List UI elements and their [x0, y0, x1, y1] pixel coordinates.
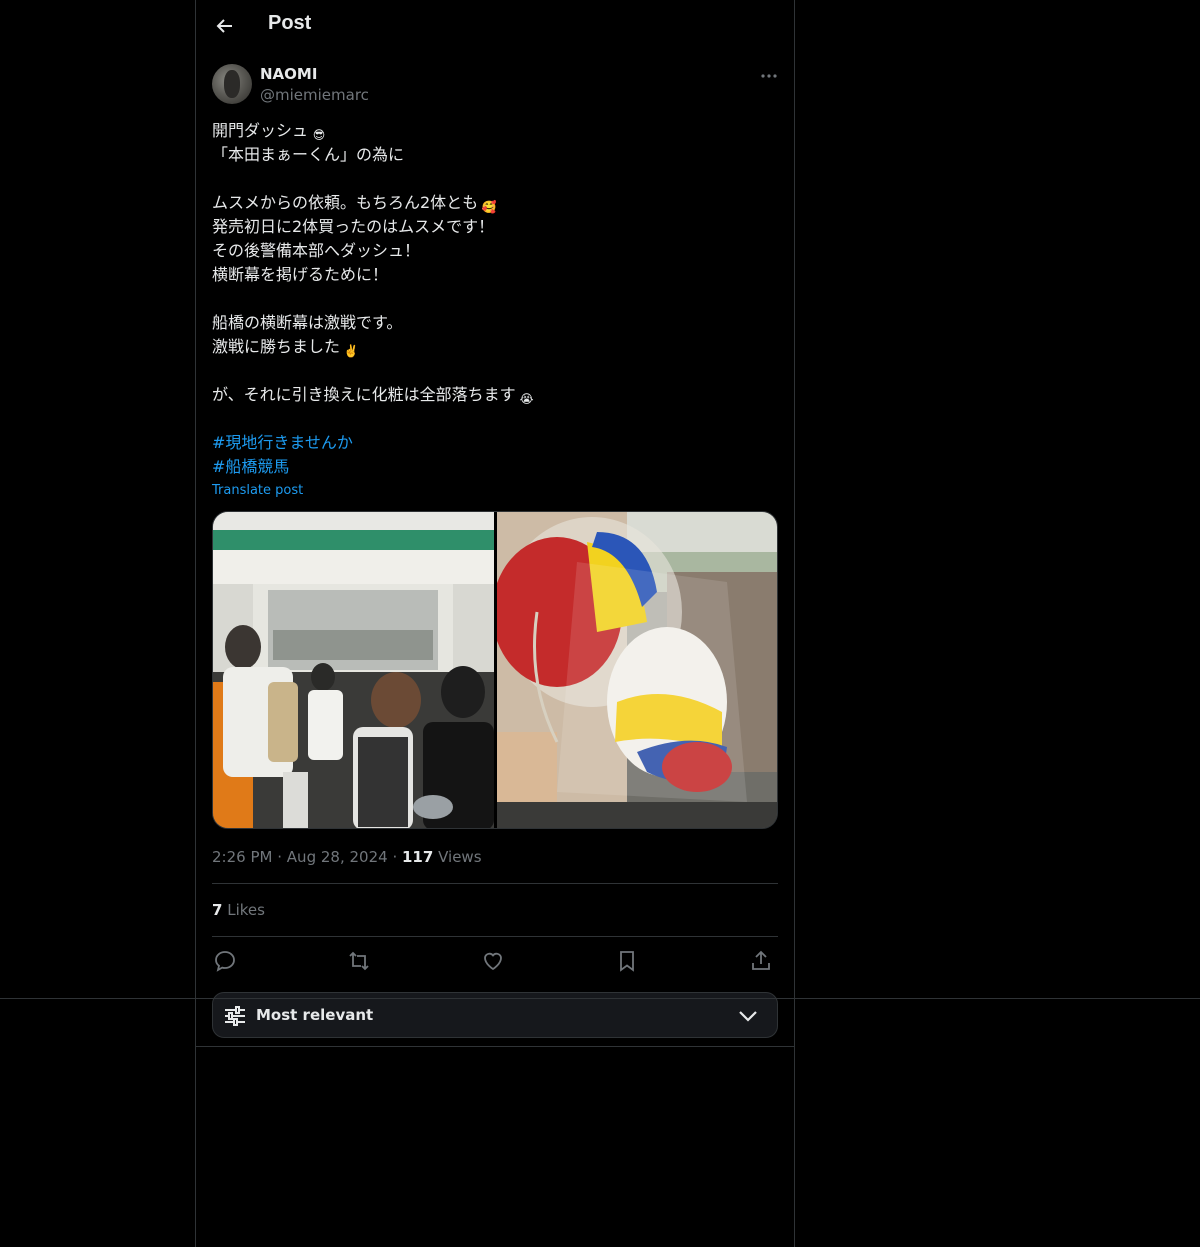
- share-icon[interactable]: [748, 948, 774, 974]
- post-text: 開門ダッシュ 😎 「本田まぁーくん」の為に ムスメからの依頼。もちろん2体とも 🥰 …: [212, 119, 778, 479]
- divider: [212, 936, 778, 937]
- separator-dot: ·: [392, 848, 398, 866]
- post-line: が、それに引き換えに化粧は全部落ちます 😭: [212, 383, 778, 407]
- post-line: 開門ダッシュ 😎: [212, 119, 778, 143]
- post-time[interactable]: 2:26 PM: [212, 848, 272, 866]
- emoji-icon: 🥰: [481, 200, 497, 214]
- likes-summary[interactable]: 7 Likes: [212, 901, 265, 919]
- photo-crowd-at-gate[interactable]: [213, 512, 494, 828]
- arrow-left-icon[interactable]: [212, 13, 236, 39]
- top-bar: Post: [196, 0, 794, 53]
- emoji-icon: ✌️: [343, 344, 359, 358]
- bookmark-icon[interactable]: [614, 948, 640, 974]
- post-line: 激戦に勝ちました ✌️: [212, 335, 778, 359]
- separator-dot: ·: [277, 848, 283, 866]
- post-line: その後警備本部へダッシュ！: [212, 241, 421, 260]
- reply-icon[interactable]: [212, 948, 238, 974]
- divider: [212, 883, 778, 884]
- avatar[interactable]: [212, 64, 252, 104]
- media-grid: [212, 511, 778, 829]
- post-line: 「本田まぁーくん」の為に: [212, 145, 405, 164]
- post-line: 発売初日に2体買ったのはムスメです！: [212, 217, 495, 236]
- like-icon[interactable]: [480, 948, 506, 974]
- post-meta: 2:26 PM · Aug 28, 2024 · 117 Views: [212, 848, 482, 866]
- viewport-divider: [0, 998, 1200, 999]
- divider: [196, 1046, 794, 1047]
- chevron-down-icon: [737, 1007, 759, 1025]
- author-handle[interactable]: @miemiemarc: [260, 86, 369, 104]
- likes-label: Likes: [227, 901, 265, 919]
- translate-post-link[interactable]: Translate post: [212, 483, 303, 498]
- more-options-icon[interactable]: [756, 66, 782, 86]
- page-title: Post: [268, 12, 312, 34]
- emoji-icon: 😭: [519, 392, 534, 406]
- action-bar: [212, 948, 778, 974]
- likes-count: 7: [212, 901, 223, 919]
- post-line: ムスメからの依頼。もちろん2体とも 🥰: [212, 191, 778, 215]
- views-label: Views: [438, 848, 482, 866]
- post-date[interactable]: Aug 28, 2024: [287, 848, 388, 866]
- repost-icon[interactable]: [346, 948, 372, 974]
- post-line: 船橋の横断幕は激戦です。: [212, 313, 403, 332]
- author-name[interactable]: NAOMI: [260, 65, 317, 83]
- hashtag-link[interactable]: #現地行きませんか: [212, 433, 353, 452]
- main-column: Post NAOMI @miemiemarc 開門ダッシュ 😎 「本田まぁーくん」…: [195, 0, 795, 1247]
- sort-label: Most relevant: [256, 1006, 374, 1024]
- photo-plush-toys[interactable]: [497, 512, 777, 828]
- sliders-icon: [223, 1005, 247, 1027]
- views-count: 117: [402, 848, 434, 866]
- emoji-icon: 😎: [312, 128, 326, 142]
- post-line: 横断幕を掲げるために！: [212, 265, 389, 284]
- hashtag-link[interactable]: #船橋競馬: [212, 457, 289, 476]
